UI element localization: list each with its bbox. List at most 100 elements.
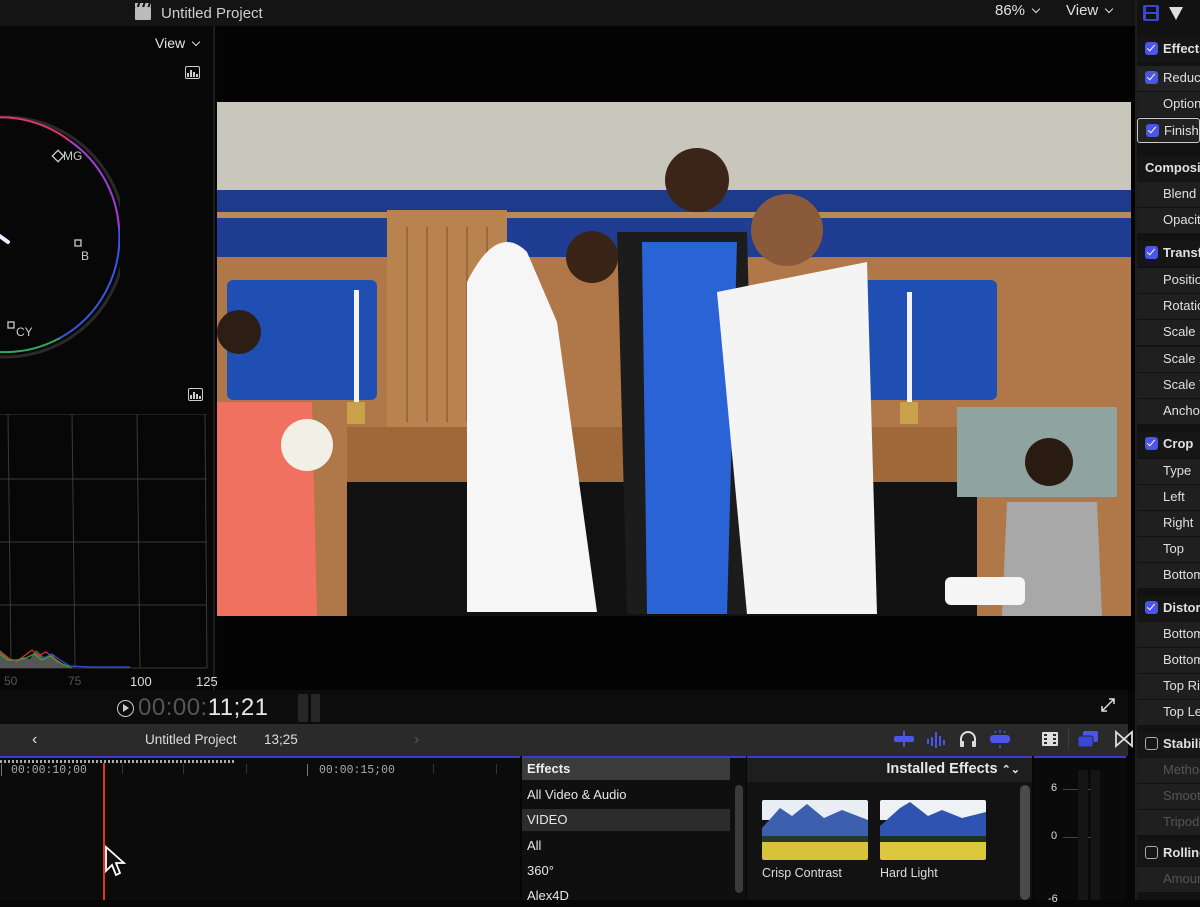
installed-effects-dropdown[interactable]: Installed Effects ⌃⌄ (747, 758, 1032, 782)
video-inspector-icon[interactable] (1142, 4, 1160, 22)
checkbox-checked[interactable] (1146, 124, 1159, 137)
effect-thumbnail-hard-light[interactable]: Hard Light (880, 800, 986, 880)
snapping-icon[interactable] (989, 730, 1011, 748)
inspector-row-bottom[interactable]: Bottom (1137, 563, 1200, 588)
scope-settings-icon[interactable] (185, 66, 200, 79)
inspector-row-opacity[interactable]: Opacity (1137, 208, 1200, 233)
audio-waveform-icon[interactable] (925, 730, 947, 748)
color-inspector-icon[interactable] (1168, 5, 1184, 21)
inspector-row-label: Bottom Left (1163, 626, 1200, 641)
inspector-row-left[interactable]: Left (1137, 485, 1200, 510)
viewer-view-dropdown[interactable]: View (1066, 2, 1114, 19)
scope-settings-icon[interactable] (188, 388, 203, 401)
effects-gallery-scrollbar[interactable] (1020, 785, 1030, 900)
checkbox-unchecked[interactable] (1145, 737, 1158, 750)
timeline-forward-button[interactable]: › (414, 731, 419, 749)
inspector-row-bottom-left[interactable]: Bottom Left (1137, 622, 1200, 647)
inspector-row-tripod-mode[interactable]: Tripod Mode (1137, 810, 1200, 835)
transitions-icon[interactable] (1113, 730, 1135, 748)
inspector-row-finishing[interactable]: Finishing (1137, 118, 1200, 143)
inspector-row-top[interactable]: Top (1137, 537, 1200, 562)
ruler-tick (122, 764, 123, 774)
inspector-row-stabilization[interactable]: Stabilization (1137, 732, 1200, 757)
inspector-row-scale-y[interactable]: Scale Y (1137, 373, 1200, 398)
effects-category-item[interactable]: All (522, 835, 730, 857)
inspector-row-right[interactable]: Right (1137, 511, 1200, 536)
histogram-tick: 50 (4, 674, 18, 688)
inspector-row-label: Amount (1163, 871, 1200, 886)
video-frame[interactable] (217, 102, 1131, 616)
timecode-display[interactable]: 00:00: 11;21 (117, 694, 269, 722)
histogram-tick: 125 (196, 674, 218, 689)
inspector-row-rotation[interactable]: Rotation (1137, 294, 1200, 319)
effects-category-item[interactable]: VIDEO (522, 809, 730, 831)
checkbox-checked[interactable] (1145, 71, 1158, 84)
timeline-project-name: Untitled Project (145, 732, 237, 747)
inspector-row-label: Scale (All) (1163, 324, 1200, 339)
inspector-row-position[interactable]: Position (1137, 268, 1200, 293)
audio-skimming-icon[interactable] (893, 730, 915, 748)
effects-category-item[interactable]: Alex4D (522, 885, 730, 907)
inspector-row-label: Top (1163, 541, 1184, 556)
histogram-tick: 75 (68, 674, 82, 688)
clip-appearance-icon[interactable] (1039, 730, 1061, 748)
inspector-row-compositing[interactable]: Compositing (1137, 156, 1200, 181)
checkbox-checked[interactable] (1145, 42, 1158, 55)
inspector-row-amount[interactable]: Amount (1137, 867, 1200, 892)
view-label: View (1066, 2, 1099, 19)
checkbox-checked[interactable] (1145, 246, 1158, 259)
inspector-row-label: Scale Y (1163, 377, 1200, 392)
effects-category-item[interactable]: All Video & Audio (522, 784, 730, 806)
viewer-zoom-dropdown[interactable]: 86% (995, 2, 1041, 19)
timeline-right-tools (1068, 728, 1135, 750)
inspector-row-label: Method (1163, 762, 1200, 777)
inspector-row-label: Distort (1163, 600, 1200, 615)
target-cy-label: CY (16, 325, 33, 339)
effects-category-item[interactable]: 360° (522, 860, 730, 882)
inspector-row-scale-all-[interactable]: Scale (All) (1137, 320, 1200, 345)
effect-label: Crisp Contrast (762, 866, 842, 880)
checkbox-unchecked[interactable] (1145, 846, 1158, 859)
effect-thumbnail-crisp-contrast[interactable]: Crisp Contrast (762, 800, 868, 880)
inspector-row-label: Compositing (1145, 160, 1200, 175)
audio-meter-bars (1078, 770, 1100, 900)
inspector-row-options[interactable]: Options (1137, 92, 1200, 117)
inspector-row-top-right[interactable]: Top Right (1137, 674, 1200, 699)
inspector-row-bottom-right[interactable]: Bottom Right (1137, 648, 1200, 673)
timeline-back-button[interactable]: ‹ (32, 731, 37, 749)
inspector-row-blend-mode[interactable]: Blend Mode (1137, 182, 1200, 207)
vectorscope-ring-green (0, 337, 61, 354)
chevron-down-icon (191, 37, 201, 47)
target-mg-label: MG (63, 149, 82, 163)
solo-headphones-icon[interactable] (957, 730, 979, 748)
inspector-row-method[interactable]: Method (1137, 758, 1200, 783)
inspector-row-top-left[interactable]: Top Left (1137, 700, 1200, 725)
inspector-row-distort[interactable]: Distort (1137, 596, 1200, 621)
playhead[interactable] (103, 763, 105, 900)
inspector-row-anchor[interactable]: Anchor (1137, 399, 1200, 424)
timeline[interactable] (0, 756, 520, 900)
inspector-row-type[interactable]: Type (1137, 459, 1200, 484)
ring-pillow (945, 577, 1025, 605)
play-icon[interactable] (117, 699, 134, 717)
effects-list-scrollbar[interactable] (735, 785, 743, 893)
inspector-row-transform[interactable]: Transform (1137, 241, 1200, 266)
inspector-row-crop[interactable]: Crop (1137, 432, 1200, 457)
inspector-tabs (1142, 2, 1184, 24)
inspector-row-label: Crop (1163, 436, 1194, 451)
inspector-row-label: Bottom (1163, 567, 1200, 582)
inspector-row-effects[interactable]: Effects (1137, 37, 1200, 62)
checkbox-checked[interactable] (1145, 601, 1158, 614)
inspector-row-reduce[interactable]: Reduce (1137, 66, 1200, 91)
scopes-view-label: View (155, 35, 186, 51)
inspector-row-smoothing[interactable]: Smoothing (1137, 784, 1200, 809)
scopes-view-dropdown[interactable]: View (155, 35, 201, 51)
browser-toggle-icon[interactable] (1077, 730, 1099, 748)
inspector-row-label: Left (1163, 489, 1185, 504)
fullscreen-icon[interactable] (1100, 697, 1116, 713)
inspector-row-label: Top Right (1163, 678, 1200, 693)
inspector-row-scale-x[interactable]: Scale X (1137, 347, 1200, 372)
checkbox-checked[interactable] (1145, 437, 1158, 450)
vectorscope: MG B CY (0, 115, 120, 359)
inspector-row-rolling-shutter[interactable]: Rolling Shutter (1137, 841, 1200, 866)
